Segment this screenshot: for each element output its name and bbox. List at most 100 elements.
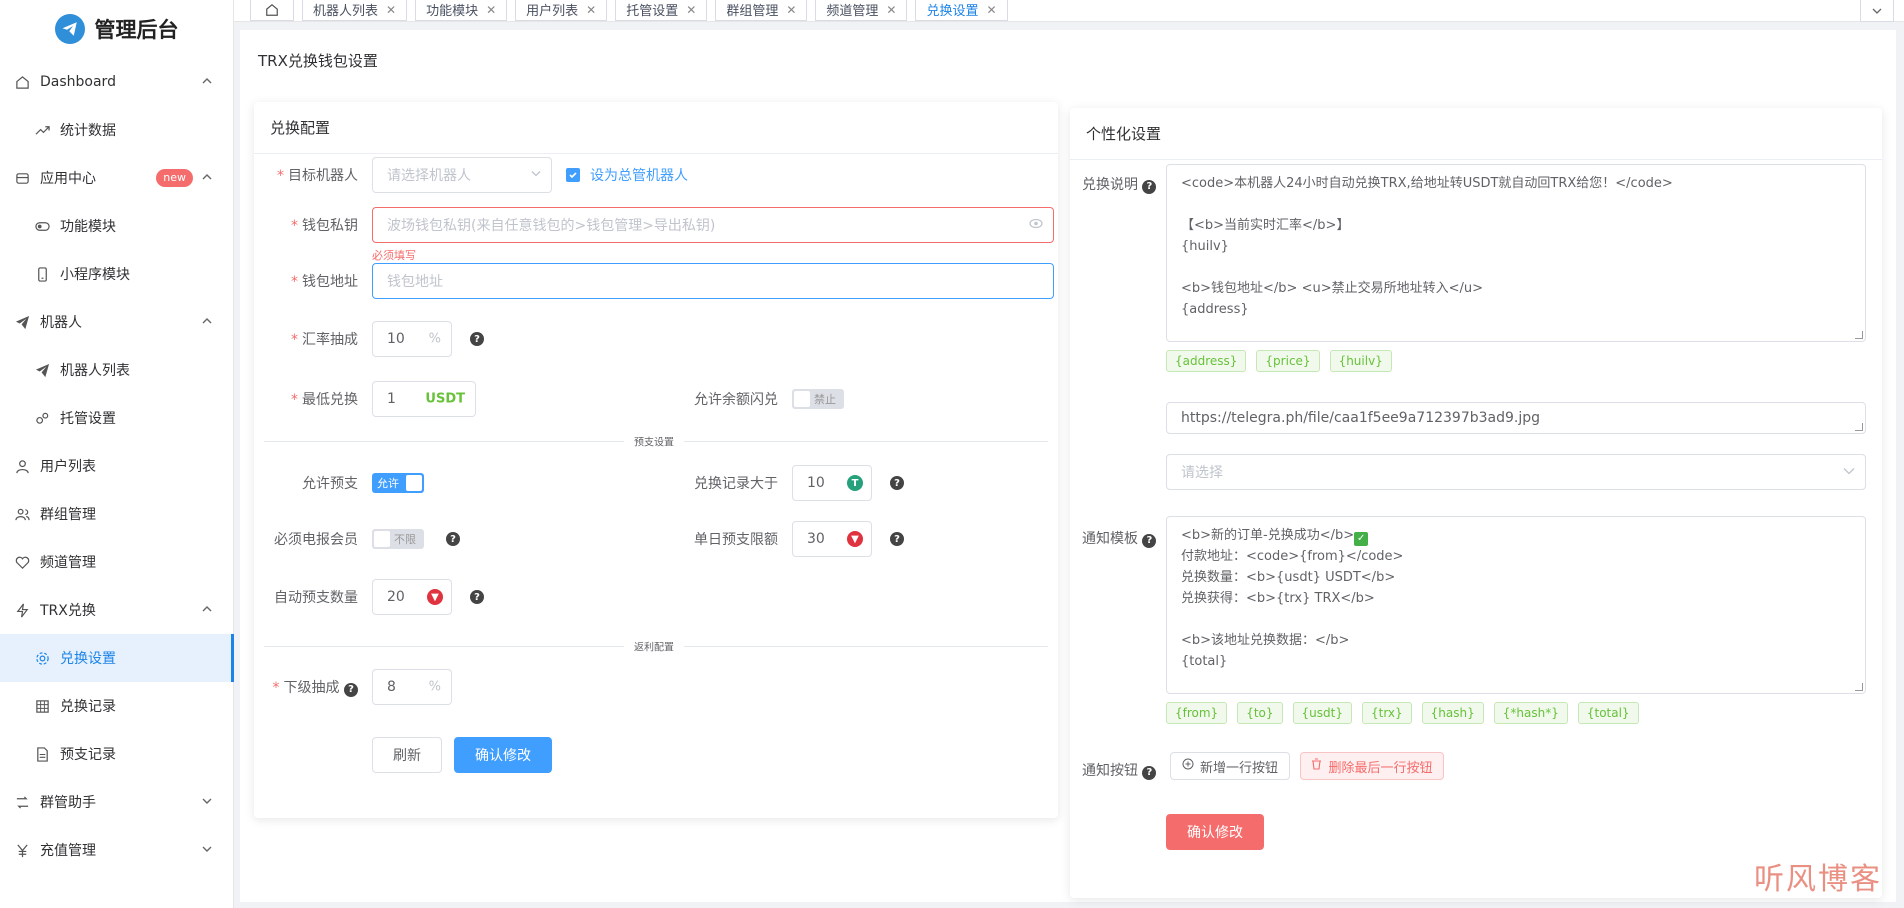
sidebar-item[interactable]: 用户列表 xyxy=(0,442,233,490)
rate-input[interactable]: 10 % xyxy=(372,321,452,357)
sub-commission-input[interactable]: 8 % xyxy=(372,669,452,705)
variable-tag[interactable]: {total} xyxy=(1577,702,1639,724)
sidebar-item[interactable]: 预支记录 xyxy=(0,730,233,778)
sidebar-item[interactable]: 充值管理 xyxy=(0,826,233,874)
sidebar-item-label: 群组管理 xyxy=(40,507,96,523)
sidebar-item[interactable]: 功能模块 xyxy=(0,202,233,250)
close-icon[interactable]: ✕ xyxy=(486,3,496,17)
sidebar-item[interactable]: 兑换记录 xyxy=(0,682,233,730)
refresh-button[interactable]: 刷新 xyxy=(372,737,442,773)
grid-icon xyxy=(34,698,50,714)
close-icon[interactable]: ✕ xyxy=(986,3,996,17)
close-icon[interactable]: ✕ xyxy=(386,3,396,17)
tab[interactable]: 机器人列表 ✕ xyxy=(302,0,408,21)
confirm-exchange-button[interactable]: 确认修改 xyxy=(454,737,552,773)
usdt-coin-icon: T xyxy=(847,475,863,491)
help-icon[interactable]: ? xyxy=(470,590,484,604)
help-icon[interactable]: ? xyxy=(1142,765,1157,780)
private-key-input[interactable]: 波场钱包私钥(来自任意钱包的>钱包管理>导出私钥) xyxy=(372,207,1054,243)
button-label: 通知按钮 ? xyxy=(1082,760,1157,780)
help-icon[interactable]: ? xyxy=(446,532,460,546)
close-icon[interactable]: ✕ xyxy=(686,3,696,17)
wallet-address-input[interactable]: 钱包地址 xyxy=(372,263,1054,299)
close-icon[interactable]: ✕ xyxy=(786,3,796,17)
daily-limit-input[interactable]: 30 ▼ xyxy=(792,521,872,557)
resize-handle-icon[interactable] xyxy=(1855,423,1863,431)
variable-tag[interactable]: {price} xyxy=(1256,350,1320,372)
help-icon[interactable]: ? xyxy=(890,532,904,546)
option-select[interactable]: 请选择 xyxy=(1166,454,1866,490)
help-icon[interactable]: ? xyxy=(890,476,904,490)
sidebar-item[interactable]: 小程序模块 xyxy=(0,250,233,298)
variable-tag[interactable]: {address} xyxy=(1166,350,1247,372)
delete-last-row-button[interactable]: 删除最后一行按钮 xyxy=(1300,752,1444,780)
sidebar-item[interactable]: 机器人 xyxy=(0,298,233,346)
tab[interactable]: 群组管理 ✕ xyxy=(715,0,808,21)
sidebar-item-label: 统计数据 xyxy=(60,123,116,139)
add-row-button[interactable]: 新增一行按钮 xyxy=(1170,752,1290,780)
allow-balance-flash-switch[interactable]: 禁止 xyxy=(792,389,844,409)
sidebar-item-label: 功能模块 xyxy=(60,219,116,235)
text-line xyxy=(1181,609,1851,630)
sidebar-item[interactable]: 应用中心 new xyxy=(0,154,233,202)
notify-textarea[interactable]: <b>新的订单-兑换成功</b> ✓ 付款地址：<code>{from}</code… xyxy=(1166,516,1866,694)
variable-tag[interactable]: {to} xyxy=(1237,702,1283,724)
new-badge: new xyxy=(156,169,193,187)
confirm-personal-button[interactable]: 确认修改 xyxy=(1166,814,1264,850)
chevron-down-icon xyxy=(201,843,215,857)
variable-tag[interactable]: {from} xyxy=(1166,702,1228,724)
tab[interactable]: 功能模块 ✕ xyxy=(415,0,508,21)
tab[interactable]: 用户列表 ✕ xyxy=(515,0,608,21)
logo[interactable]: 管理后台 xyxy=(0,0,233,58)
close-icon[interactable]: ✕ xyxy=(886,3,896,17)
home-icon xyxy=(14,74,30,90)
main-content: TRX兑换钱包设置 兑换配置 * 目标机器人 请选择机器人 设为总管机器人 * 钱包… xyxy=(240,30,1896,902)
exchange-record-input[interactable]: 10 T xyxy=(792,465,872,501)
tabs-dropdown-button[interactable] xyxy=(1860,0,1894,22)
chevron-down-icon xyxy=(201,795,215,809)
tab[interactable]: 频道管理 ✕ xyxy=(815,0,908,21)
sidebar-item[interactable]: 统计数据 xyxy=(0,106,233,154)
tab[interactable]: 兑换设置 ✕ xyxy=(915,0,1008,21)
sidebar-item[interactable]: 频道管理 xyxy=(0,538,233,586)
sidebar-item[interactable]: Dashboard xyxy=(0,58,233,106)
resize-handle-icon[interactable] xyxy=(1855,683,1863,691)
help-icon[interactable]: ? xyxy=(344,682,358,697)
group-icon xyxy=(14,506,30,522)
variable-tag[interactable]: {huilv} xyxy=(1329,350,1392,372)
sidebar-item-label: 兑换记录 xyxy=(60,699,116,715)
image-url-input[interactable]: https://telegra.ph/file/caa1f5ee9a712397… xyxy=(1166,402,1866,434)
help-icon[interactable]: ? xyxy=(1142,533,1157,548)
sidebar-item[interactable]: 兑换设置 xyxy=(0,634,234,682)
resize-handle-icon[interactable] xyxy=(1855,331,1863,339)
master-robot-checkbox[interactable]: 设为总管机器人 xyxy=(566,165,688,185)
require-premium-switch[interactable]: 不限 xyxy=(372,529,424,549)
exchange-config-header: 兑换配置 xyxy=(254,102,1058,154)
variable-tag[interactable]: {*hash*} xyxy=(1493,702,1568,724)
variable-tag[interactable]: {usdt} xyxy=(1292,702,1352,724)
sidebar-item[interactable]: 机器人列表 xyxy=(0,346,233,394)
sidebar-item[interactable]: 群组管理 xyxy=(0,490,233,538)
auto-advance-input[interactable]: 20 ▼ xyxy=(372,579,452,615)
target-robot-select[interactable]: 请选择机器人 xyxy=(372,157,552,193)
tab[interactable]: 托管设置 ✕ xyxy=(615,0,708,21)
private-key-error: 必须填写 xyxy=(372,249,416,262)
desc-textarea[interactable]: <code>本机器人24小时自动兑换TRX,给地址转USDT就自动回TRX给您！… xyxy=(1166,164,1866,342)
eye-icon[interactable] xyxy=(1029,218,1043,233)
min-exchange-input[interactable]: 1 USDT xyxy=(372,381,476,417)
sidebar: 管理后台 Dashboard 统计数据应用中心 new 功能模块小程序模块 机器人 机器人… xyxy=(0,0,234,908)
help-icon[interactable]: ? xyxy=(1142,179,1157,194)
chevron-down-icon xyxy=(531,168,541,183)
tab-home[interactable] xyxy=(250,0,294,21)
sidebar-item[interactable]: 群管助手 xyxy=(0,778,233,826)
allow-advance-switch[interactable]: 允许 xyxy=(372,473,424,493)
sidebar-item[interactable]: TRX兑换 xyxy=(0,586,233,634)
variable-tag[interactable]: {hash} xyxy=(1421,702,1484,724)
wallet-address-row: * 钱包地址 钱包地址 xyxy=(254,262,1054,300)
close-icon[interactable]: ✕ xyxy=(586,3,596,17)
sidebar-item[interactable]: 托管设置 xyxy=(0,394,233,442)
exchange-actions: 刷新 确认修改 xyxy=(372,736,552,774)
sidebar-item-label: 预支记录 xyxy=(60,747,116,763)
variable-tag[interactable]: {trx} xyxy=(1361,702,1412,724)
help-icon[interactable]: ? xyxy=(470,332,484,346)
